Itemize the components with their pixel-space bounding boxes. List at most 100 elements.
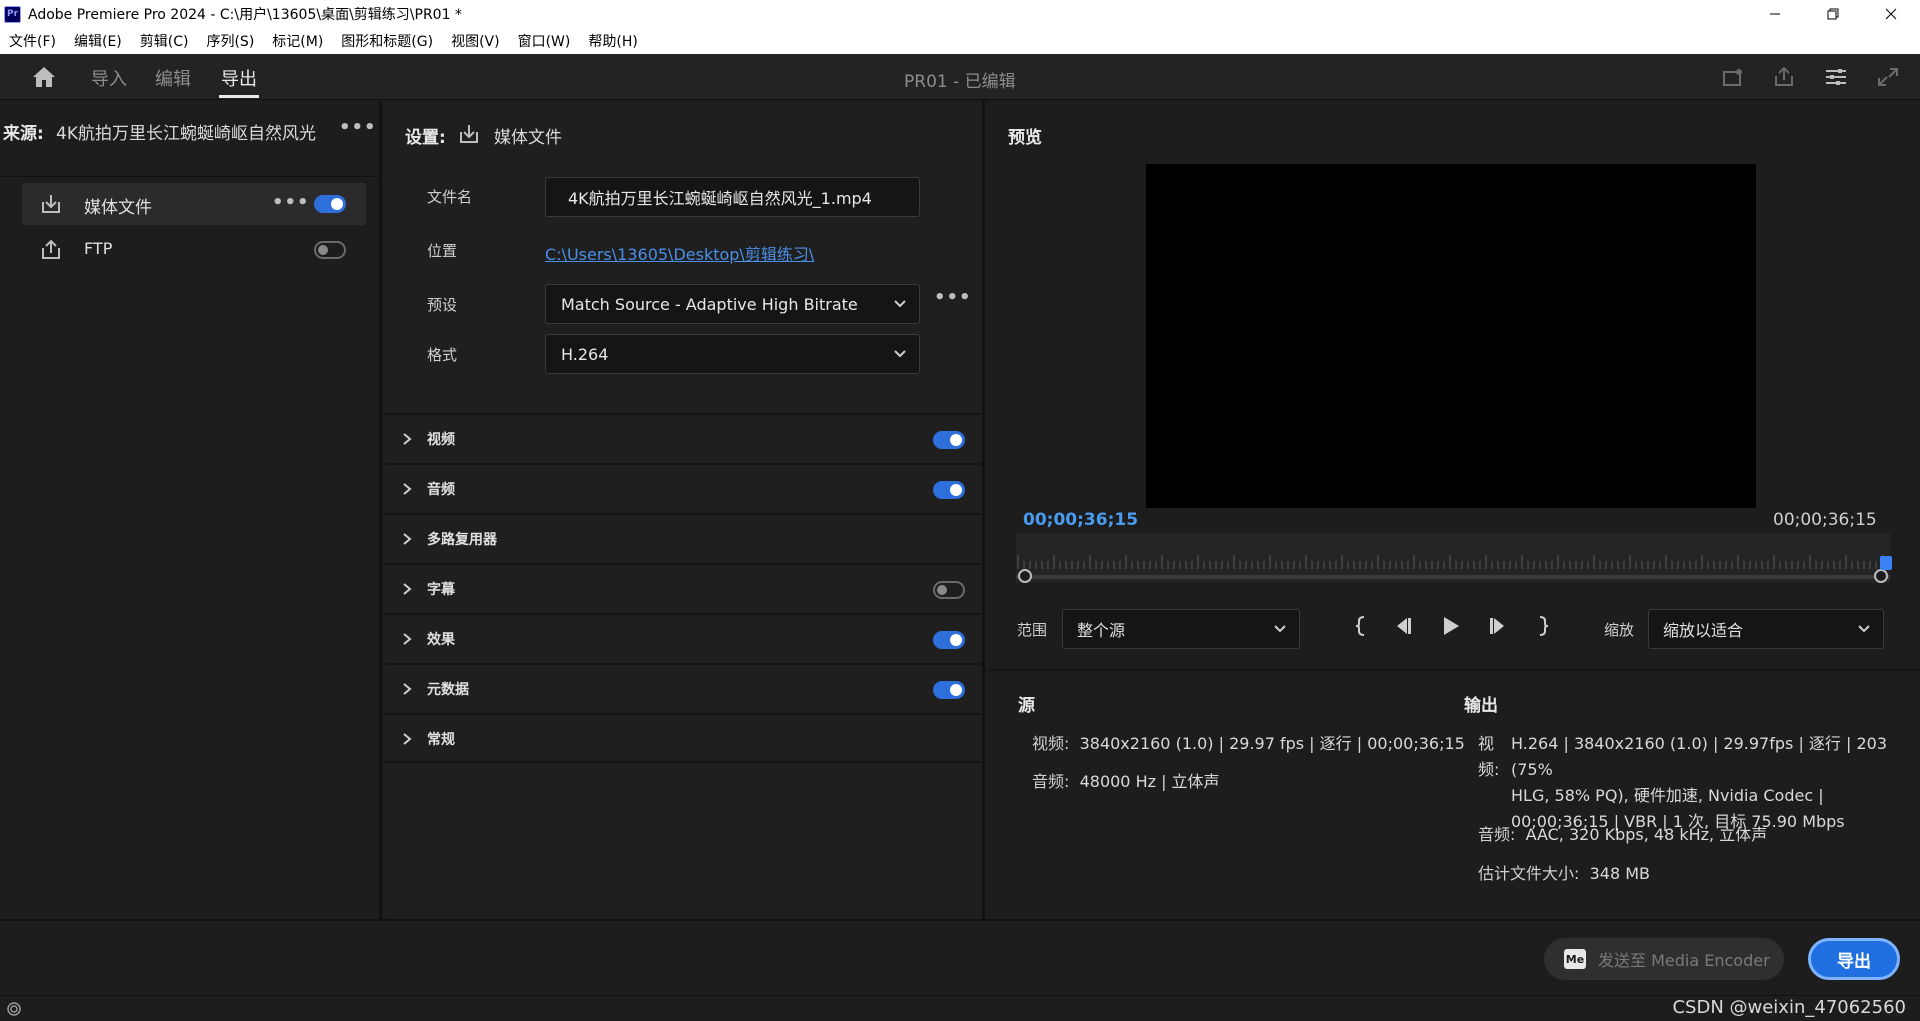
tab-edit[interactable]: 编辑 xyxy=(155,65,191,91)
out-point-handle[interactable] xyxy=(1874,569,1888,583)
chevron-right-icon xyxy=(403,683,412,695)
preset-value: Match Source - Adaptive High Bitrate xyxy=(561,294,858,314)
status-bar: CSDN @weixin_47062560 xyxy=(0,995,1920,1021)
filename-input[interactable]: 4K航拍万里长江蜿蜒崎岖自然风光_1.mp4 xyxy=(545,177,920,217)
output-size-info: 估计文件大小: 348 MB xyxy=(1478,861,1650,887)
section-captions[interactable]: 字幕 xyxy=(385,563,985,613)
source-video-value: 3840x2160 (1.0) | 29.97 fps | 逐行 | 00;00… xyxy=(1079,734,1465,753)
upload-icon xyxy=(42,239,60,259)
preset-more-button[interactable]: ••• xyxy=(934,287,972,308)
menu-help[interactable]: 帮助(H) xyxy=(588,31,637,51)
section-general[interactable]: 常规 xyxy=(385,713,985,763)
menu-sequence[interactable]: 序列(S) xyxy=(206,31,254,51)
destination-more-button[interactable]: ••• xyxy=(272,192,310,213)
source-more-button[interactable]: ••• xyxy=(339,117,377,138)
timecode-duration: 00;00;36;15 xyxy=(1773,510,1877,530)
background-tasks-icon[interactable] xyxy=(6,1001,22,1017)
step-back-icon[interactable] xyxy=(1391,614,1413,638)
preview-title: 预览 xyxy=(1008,128,1042,148)
source-audio-info: 音频: 48000 Hz | 立体声 xyxy=(1032,769,1220,795)
document-title: PR01 - 已编辑 xyxy=(904,72,1016,92)
audio-toggle[interactable] xyxy=(933,481,965,499)
location-link[interactable]: C:\Users\13605\Desktop\剪辑练习\ xyxy=(545,241,814,265)
output-audio-label: 音频: xyxy=(1478,825,1516,844)
chevron-right-icon xyxy=(403,733,412,745)
chevron-right-icon xyxy=(403,583,412,595)
chevron-down-icon xyxy=(894,350,906,358)
step-forward-icon[interactable] xyxy=(1488,614,1510,638)
effects-toggle[interactable] xyxy=(933,631,965,649)
settings-title: 设置: xyxy=(405,128,446,148)
format-value: H.264 xyxy=(561,344,609,364)
tab-import[interactable]: 导入 xyxy=(91,65,127,91)
section-effects[interactable]: 效果 xyxy=(385,613,985,663)
ftp-toggle[interactable] xyxy=(314,241,346,259)
output-info-title: 输出 xyxy=(1464,696,1498,716)
destination-label: 媒体文件 xyxy=(84,198,152,218)
tab-export[interactable]: 导出 xyxy=(221,65,257,91)
menu-file[interactable]: 文件(F) xyxy=(9,31,56,51)
timeline-track xyxy=(1016,575,1890,579)
destination-media-file[interactable]: 媒体文件 ••• xyxy=(22,183,366,225)
menu-edit[interactable]: 编辑(E) xyxy=(74,31,122,51)
output-video-label-1: 视 xyxy=(1478,734,1495,753)
chevron-right-icon xyxy=(403,633,412,645)
timecode-current[interactable]: 00;00;36;15 xyxy=(1023,510,1138,530)
workspace-menu-icon[interactable] xyxy=(1825,67,1847,87)
filename-label: 文件名 xyxy=(427,188,473,206)
format-dropdown[interactable]: H.264 xyxy=(545,334,920,374)
menu-clip[interactable]: 剪辑(C) xyxy=(140,31,189,51)
playhead[interactable] xyxy=(1880,556,1892,570)
preview-panel: 预览 00;00;36;15 00;00;36;15 范围 整个源 缩放 缩放以… xyxy=(988,101,1920,919)
video-toggle[interactable] xyxy=(933,431,965,449)
destination-ftp[interactable]: FTP xyxy=(22,229,366,271)
home-icon[interactable] xyxy=(32,66,56,88)
section-label: 音频 xyxy=(427,482,455,498)
output-video-label-2: 频: xyxy=(1478,760,1500,779)
section-label: 元数据 xyxy=(427,682,469,698)
menu-view[interactable]: 视图(V) xyxy=(451,31,500,51)
mark-in-icon[interactable] xyxy=(1351,614,1373,638)
close-button[interactable] xyxy=(1862,0,1920,28)
in-point-handle[interactable] xyxy=(1018,569,1032,583)
premiere-logo-icon: Pr xyxy=(4,5,21,23)
captions-toggle[interactable] xyxy=(933,581,965,599)
play-icon[interactable] xyxy=(1440,614,1462,638)
watermark: CSDN @weixin_47062560 xyxy=(1672,997,1906,1018)
fullscreen-icon[interactable] xyxy=(1877,67,1899,87)
send-to-media-encoder-button[interactable]: Me 发送至 Media Encoder xyxy=(1544,938,1784,980)
section-audio[interactable]: 音频 xyxy=(385,463,985,513)
menu-markers[interactable]: 标记(M) xyxy=(272,31,323,51)
range-dropdown[interactable]: 整个源 xyxy=(1062,609,1300,649)
chevron-down-icon xyxy=(1274,625,1286,633)
zoom-dropdown[interactable]: 缩放以适合 xyxy=(1648,609,1884,649)
export-button[interactable]: 导出 xyxy=(1808,938,1900,980)
timeline-scrubber[interactable] xyxy=(1016,533,1892,583)
section-multiplexer[interactable]: 多路复用器 xyxy=(385,513,985,563)
source-video-info: 视频: 3840x2160 (1.0) | 29.97 fps | 逐行 | 0… xyxy=(1032,731,1465,757)
share-icon[interactable] xyxy=(1773,67,1795,87)
menu-graphics[interactable]: 图形和标题(G) xyxy=(341,31,433,51)
close-icon xyxy=(1885,8,1897,20)
range-label: 范围 xyxy=(1017,621,1048,639)
metadata-toggle[interactable] xyxy=(933,681,965,699)
restore-button[interactable] xyxy=(1804,0,1862,28)
preset-dropdown[interactable]: Match Source - Adaptive High Bitrate xyxy=(545,284,920,324)
section-metadata[interactable]: 元数据 xyxy=(385,663,985,713)
section-video[interactable]: 视频 xyxy=(385,413,985,463)
chevron-down-icon xyxy=(894,300,906,308)
quick-export-icon[interactable] xyxy=(1722,67,1744,87)
source-header: 来源: 4K航拍万里长江蜿蜒崎岖自然风光 ••• xyxy=(0,101,382,177)
output-audio-value: AAC, 320 Kbps, 48 kHz, 立体声 xyxy=(1525,825,1768,844)
source-label: 来源: xyxy=(3,124,44,144)
output-video-value: H.264 | 3840x2160 (1.0) | 29.97fps | 逐行 … xyxy=(1511,731,1911,835)
mark-out-icon[interactable] xyxy=(1531,614,1553,638)
output-video-line-2: HLG, 58% PQ), 硬件加速, Nvidia Codec | xyxy=(1511,786,1824,805)
settings-destination: 媒体文件 xyxy=(494,128,562,148)
source-name: 4K航拍万里长江蜿蜒崎岖自然风光 xyxy=(56,124,316,144)
active-tab-indicator xyxy=(219,95,259,98)
output-size-label: 估计文件大小: xyxy=(1478,864,1580,883)
media-file-toggle[interactable] xyxy=(314,195,346,213)
menu-window[interactable]: 窗口(W) xyxy=(518,31,571,51)
minimize-button[interactable] xyxy=(1746,0,1804,28)
